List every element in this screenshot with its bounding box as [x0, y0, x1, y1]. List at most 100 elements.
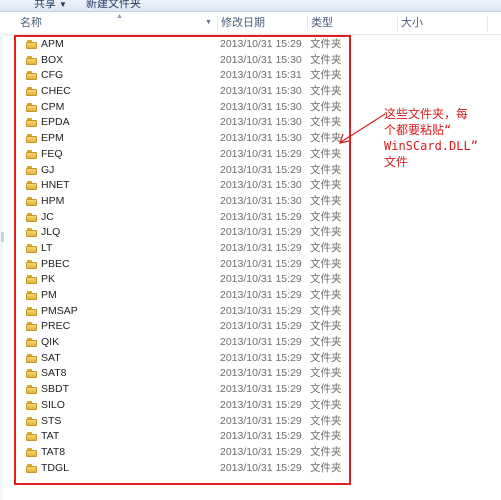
list-item[interactable]: SAT 2013/10/31 15:29 文件夹: [16, 351, 500, 367]
item-type: 文件夹: [310, 257, 342, 270]
list-item[interactable]: PBEC 2013/10/31 15:29 文件夹: [16, 257, 500, 273]
modified-date: 2013/10/31 15:30: [220, 116, 302, 129]
share-button[interactable]: 共享 ▼: [34, 0, 67, 11]
list-item[interactable]: BOX 2013/10/31 15:30 文件夹: [16, 53, 500, 69]
modified-date: 2013/10/31 15:30: [220, 53, 302, 66]
modified-date: 2013/10/31 15:29: [220, 461, 302, 474]
list-item[interactable]: CHEC 2013/10/31 15:30 文件夹: [16, 84, 500, 100]
folder-name: PREC: [41, 320, 71, 333]
folder-name: HNET: [41, 179, 70, 192]
list-item[interactable]: SILO 2013/10/31 15:29 文件夹: [16, 398, 500, 414]
folder-name: LT: [41, 241, 53, 254]
modified-date: 2013/10/31 15:29: [220, 367, 302, 380]
folder-name: PM: [41, 289, 57, 301]
item-type: 文件夹: [310, 194, 342, 207]
column-header-bar: 名称 修改日期 类型 大小: [0, 12, 501, 35]
modified-date: 2013/10/31 15:29: [220, 38, 302, 50]
list-item[interactable]: HPM 2013/10/31 15:30 文件夹: [16, 194, 500, 210]
column-header-modified-label: 修改日期: [221, 17, 265, 29]
folder-icon: [26, 40, 37, 49]
folder-icon: [26, 243, 37, 253]
modified-date: 2013/10/31 15:29: [220, 210, 302, 223]
folder-name: PBEC: [41, 257, 70, 270]
list-item[interactable]: APM 2013/10/31 15:29 文件夹: [16, 37, 500, 53]
folder-name: APM: [41, 38, 64, 50]
folder-icon: [26, 87, 37, 97]
modified-date: 2013/10/31 15:29: [220, 320, 302, 333]
list-item[interactable]: QIK 2013/10/31 15:29 文件夹: [16, 335, 500, 351]
list-item[interactable]: JLQ 2013/10/31 15:29 文件夹: [16, 225, 500, 241]
modified-date: 2013/10/31 15:29: [220, 163, 302, 176]
list-item[interactable]: JC 2013/10/31 15:29 文件夹: [16, 210, 500, 226]
column-header-modified[interactable]: 修改日期: [217, 12, 307, 34]
list-item[interactable]: CFG 2013/10/31 15:31 文件夹: [16, 68, 500, 84]
item-type: 文件夹: [310, 210, 342, 223]
list-item[interactable]: PK 2013/10/31 15:29 文件夹: [16, 272, 500, 288]
modified-date: 2013/10/31 15:30: [220, 179, 302, 192]
list-item[interactable]: HNET 2013/10/31 15:30 文件夹: [16, 178, 500, 194]
list-item[interactable]: TAT8 2013/10/31 15:29 文件夹: [16, 445, 500, 461]
folder-icon: [26, 353, 37, 363]
list-item[interactable]: TDGL 2013/10/31 15:29 文件夹: [16, 461, 500, 477]
modified-date: 2013/10/31 15:29: [220, 273, 302, 286]
column-header-type[interactable]: 类型: [307, 12, 397, 34]
modified-date: 2013/10/31 15:29: [220, 430, 302, 443]
folder-name: CHEC: [41, 85, 71, 98]
annotation-line: 这些文件夹，每: [384, 107, 469, 121]
list-item[interactable]: PREC 2013/10/31 15:29 文件夹: [16, 319, 500, 335]
splitter-handle[interactable]: [1, 232, 4, 242]
annotation-line: 个都要粘贴“: [384, 123, 452, 137]
toolbar: 共享 ▼ 新建文件夹: [0, 0, 501, 12]
folder-icon: [26, 275, 37, 285]
annotation-line: 文件: [384, 155, 409, 169]
folder-icon: [26, 416, 37, 426]
column-header-size[interactable]: 大小: [397, 12, 487, 34]
list-item[interactable]: PMSAP 2013/10/31 15:29 文件夹: [16, 304, 500, 320]
column-header-name-label: 名称: [20, 17, 42, 29]
modified-date: 2013/10/31 15:31: [220, 69, 302, 82]
list-item[interactable]: SAT8 2013/10/31 15:29 文件夹: [16, 366, 500, 382]
folder-icon: [26, 134, 37, 144]
modified-date: 2013/10/31 15:29: [220, 226, 302, 239]
folder-name: QIK: [41, 336, 60, 349]
folder-icon: [26, 196, 37, 206]
item-type: 文件夹: [310, 273, 342, 286]
folder-icon: [26, 165, 37, 175]
folder-icon: [26, 259, 37, 269]
modified-date: 2013/10/31 15:29: [220, 414, 302, 427]
folder-icon: [26, 102, 37, 112]
folder-name: EPDA: [41, 116, 70, 129]
item-type: 文件夹: [310, 430, 342, 443]
folder-icon: [26, 432, 37, 442]
new-folder-button[interactable]: 新建文件夹: [86, 0, 141, 11]
item-type: 文件夹: [310, 241, 342, 254]
folder-name: SAT8: [41, 367, 67, 380]
modified-date: 2013/10/31 15:30: [220, 85, 302, 98]
folder-name: STS: [41, 414, 62, 427]
folder-name: EPM: [41, 132, 64, 145]
folder-icon: [26, 385, 37, 395]
item-type: 文件夹: [310, 461, 342, 474]
column-filter-chevron-icon[interactable]: ▼: [205, 19, 212, 26]
file-list: APM 2013/10/31 15:29 文件夹 BOX 2013/10/31 15:3…: [16, 37, 500, 476]
modified-date: 2013/10/31 15:30: [220, 100, 302, 113]
modified-date: 2013/10/31 15:29: [220, 241, 302, 254]
column-header-size-label: 大小: [401, 17, 423, 29]
column-divider[interactable]: [487, 15, 488, 31]
modified-date: 2013/10/31 15:29: [220, 336, 302, 349]
list-item[interactable]: TAT 2013/10/31 15:29 文件夹: [16, 429, 500, 445]
list-item[interactable]: SBDT 2013/10/31 15:29 文件夹: [16, 382, 500, 398]
item-type: 文件夹: [310, 179, 342, 192]
folder-icon: [26, 149, 37, 159]
list-item[interactable]: STS 2013/10/31 15:29 文件夹: [16, 414, 500, 430]
folder-icon: [26, 338, 37, 348]
list-item[interactable]: PM 2013/10/31 15:29 文件夹: [16, 288, 500, 304]
new-folder-label: 新建文件夹: [86, 0, 141, 10]
item-type: 文件夹: [310, 304, 342, 317]
chevron-down-icon: ▼: [59, 0, 67, 9]
folder-icon: [26, 306, 37, 316]
folder-icon: [26, 369, 37, 379]
list-item[interactable]: LT 2013/10/31 15:29 文件夹: [16, 241, 500, 257]
item-type: 文件夹: [310, 53, 342, 66]
folder-name: TDGL: [41, 461, 70, 474]
